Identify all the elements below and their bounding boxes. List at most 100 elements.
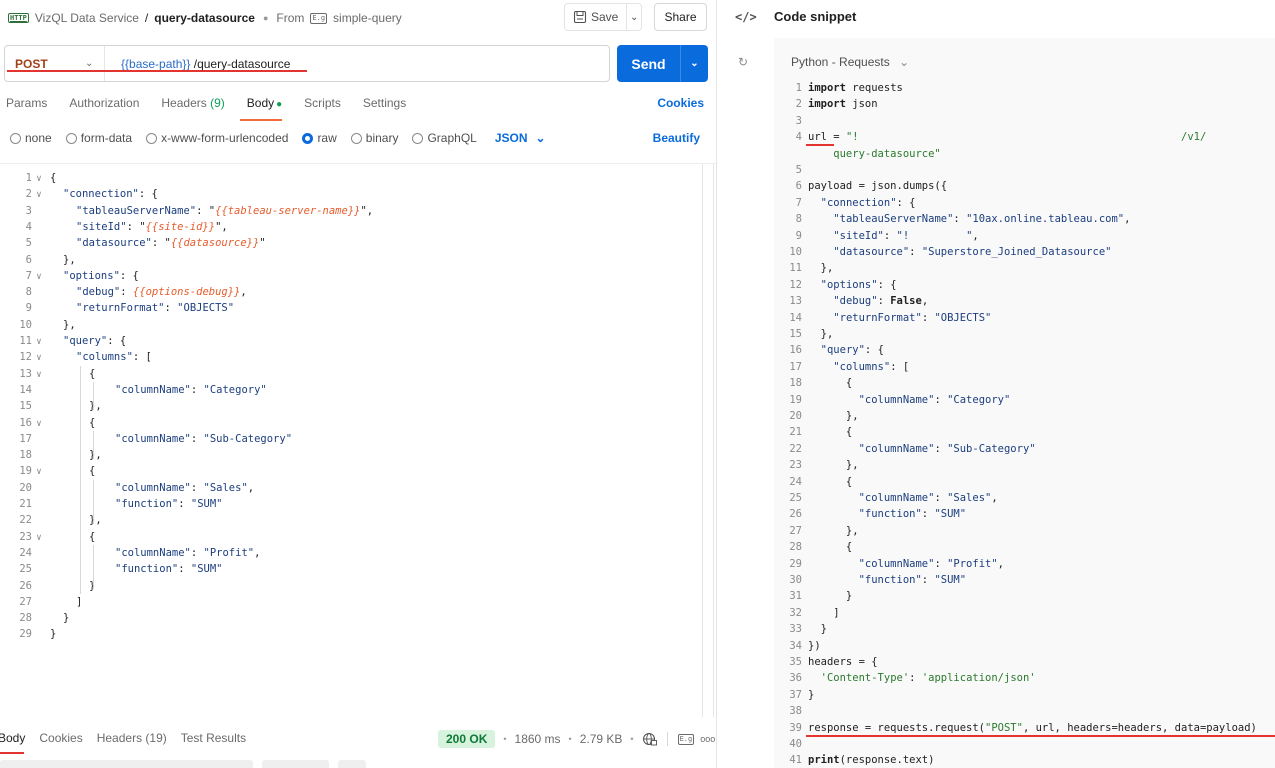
cookies-link[interactable]: Cookies (657, 96, 704, 110)
editor-scrollbar[interactable] (702, 164, 714, 717)
more-options-icon[interactable]: ooo (700, 734, 715, 744)
code-token: }, (63, 253, 76, 266)
line-number: 21 (19, 498, 32, 510)
snippet-line: 39 response = requests.request("POST", ur… (774, 720, 1275, 736)
tab-authorization[interactable]: Authorization (69, 96, 139, 114)
line-number: 32 (789, 606, 802, 619)
body-type-raw[interactable]: raw (302, 131, 337, 145)
code-token: "POST" (985, 721, 1023, 734)
raw-format-select[interactable]: JSON ⌄ (495, 131, 546, 145)
line-number: 29 (789, 557, 802, 570)
code-token: " (259, 237, 266, 250)
tab-body[interactable]: Body ● (247, 96, 282, 114)
fold-chevron-icon[interactable]: ∨ (32, 530, 46, 546)
send-button[interactable]: Send (617, 56, 680, 72)
send-options-button[interactable]: ⌄ (680, 45, 708, 82)
code-token: "query" (820, 344, 865, 357)
share-button[interactable]: Share (654, 3, 707, 31)
save-button[interactable]: Save (565, 4, 626, 30)
body-type-none[interactable]: none (10, 131, 52, 145)
from-prefix: From (276, 11, 305, 25)
code-token: , (254, 546, 261, 559)
radio-icon (146, 132, 158, 144)
beautify-button[interactable]: Beautify (653, 131, 700, 145)
resp-tab-test-results[interactable]: Test Results (181, 731, 246, 745)
code-line: 17 "columnName": "Sub-Category" (0, 431, 690, 447)
tab-headers[interactable]: Headers (9) (161, 96, 224, 114)
code-token: { (89, 367, 96, 380)
tab-settings[interactable]: Settings (363, 96, 406, 114)
response-toolbar-placeholder (338, 760, 366, 768)
response-size[interactable]: 2.79 KB (580, 732, 623, 746)
save-example-icon[interactable]: E.g (677, 733, 695, 745)
url-input[interactable]: {{base-path}} /query-datasource (105, 57, 290, 71)
code-icon[interactable]: </> (735, 10, 757, 24)
tab-params[interactable]: Params (6, 96, 47, 114)
code-token: "function" (858, 508, 922, 521)
globe-lock-icon[interactable] (642, 732, 657, 746)
code-token: : " (126, 220, 146, 233)
body-type-binary[interactable]: binary (350, 131, 398, 145)
fold-chevron-icon[interactable]: ∨ (32, 269, 46, 285)
code-token: : (921, 311, 935, 324)
code-line: 28} (0, 610, 690, 626)
code-line: 18}, (0, 447, 690, 463)
code-token: "function" (858, 574, 922, 586)
line-number: 28 (19, 612, 32, 625)
code-token: }, (808, 459, 859, 472)
fold-chevron-icon[interactable]: ∨ (32, 187, 46, 203)
language-select[interactable]: Python - Requests ⌄ (791, 55, 909, 69)
code-token: }, (808, 524, 859, 537)
fold-chevron-icon[interactable]: ∨ (32, 416, 46, 432)
code-token: requests (845, 82, 903, 94)
code-line: 25 "function": "SUM" (0, 561, 690, 577)
code-token: "SUM" (934, 508, 967, 521)
code-token: : (934, 492, 948, 504)
code-token: , (991, 492, 998, 504)
save-options-button[interactable]: ⌄ (626, 4, 641, 30)
resp-tab-headers[interactable]: Headers (19) (97, 731, 167, 745)
tab-scripts[interactable]: Scripts (304, 96, 341, 114)
raw-format-label: JSON (494, 131, 528, 145)
snippet-line: 2 import json (774, 96, 1275, 112)
fold-chevron-icon[interactable]: ∨ (32, 334, 46, 350)
response-time[interactable]: 1860 ms (515, 732, 561, 746)
response-status: 200 OK • 1860 ms • 2.79 KB • E.g ooo (438, 730, 715, 748)
status-badge[interactable]: 200 OK (438, 730, 496, 748)
snippet-line: 15 }, (774, 326, 1275, 342)
fold-chevron-icon[interactable]: ∨ (32, 464, 46, 480)
snippet-line: 18 { (774, 375, 1275, 391)
request-name[interactable]: query-datasource (154, 11, 255, 25)
body-type-urlencoded[interactable]: x-www-form-urlencoded (146, 131, 288, 145)
language-label: Python - Requests (791, 55, 890, 69)
body-editor[interactable]: 1 ∨{2 ∨ "connection": {3 "tableauServerName"… (0, 163, 716, 718)
snippet-line: 1 import requests (774, 80, 1275, 96)
collection-link[interactable]: VizQL Data Service (35, 11, 139, 25)
refresh-icon[interactable]: ↻ (738, 55, 748, 69)
line-number: 9 (25, 302, 32, 315)
resp-tab-cookies[interactable]: Cookies (39, 731, 82, 745)
code-token: : (190, 383, 204, 396)
body-type-form-data[interactable]: form-data (65, 131, 132, 145)
code-token: { (808, 426, 853, 439)
fold-chevron-icon[interactable]: ∨ (32, 171, 46, 187)
indent-guide (93, 544, 94, 590)
method-select[interactable]: POST ⌄ (5, 46, 105, 81)
from-example-link[interactable]: simple-query (333, 11, 402, 25)
line-number: 18 (789, 377, 802, 390)
snippet-line: 14 "returnFormat": "OBJECTS" (774, 310, 1275, 326)
code-line: 8 "debug": {{options-debug}}, (0, 284, 690, 300)
line-number: 12 (789, 278, 802, 291)
code-token: json (845, 98, 878, 111)
resp-tab-body[interactable]: Body (0, 731, 25, 745)
line-number: 26 (19, 579, 32, 592)
body-type-graphql[interactable]: GraphQL (412, 131, 477, 145)
fold-chevron-icon[interactable]: ∨ (32, 350, 46, 366)
fold-chevron-icon[interactable]: ∨ (32, 367, 46, 383)
code-token: "columnName" (858, 442, 935, 455)
line-number: 22 (19, 514, 32, 527)
